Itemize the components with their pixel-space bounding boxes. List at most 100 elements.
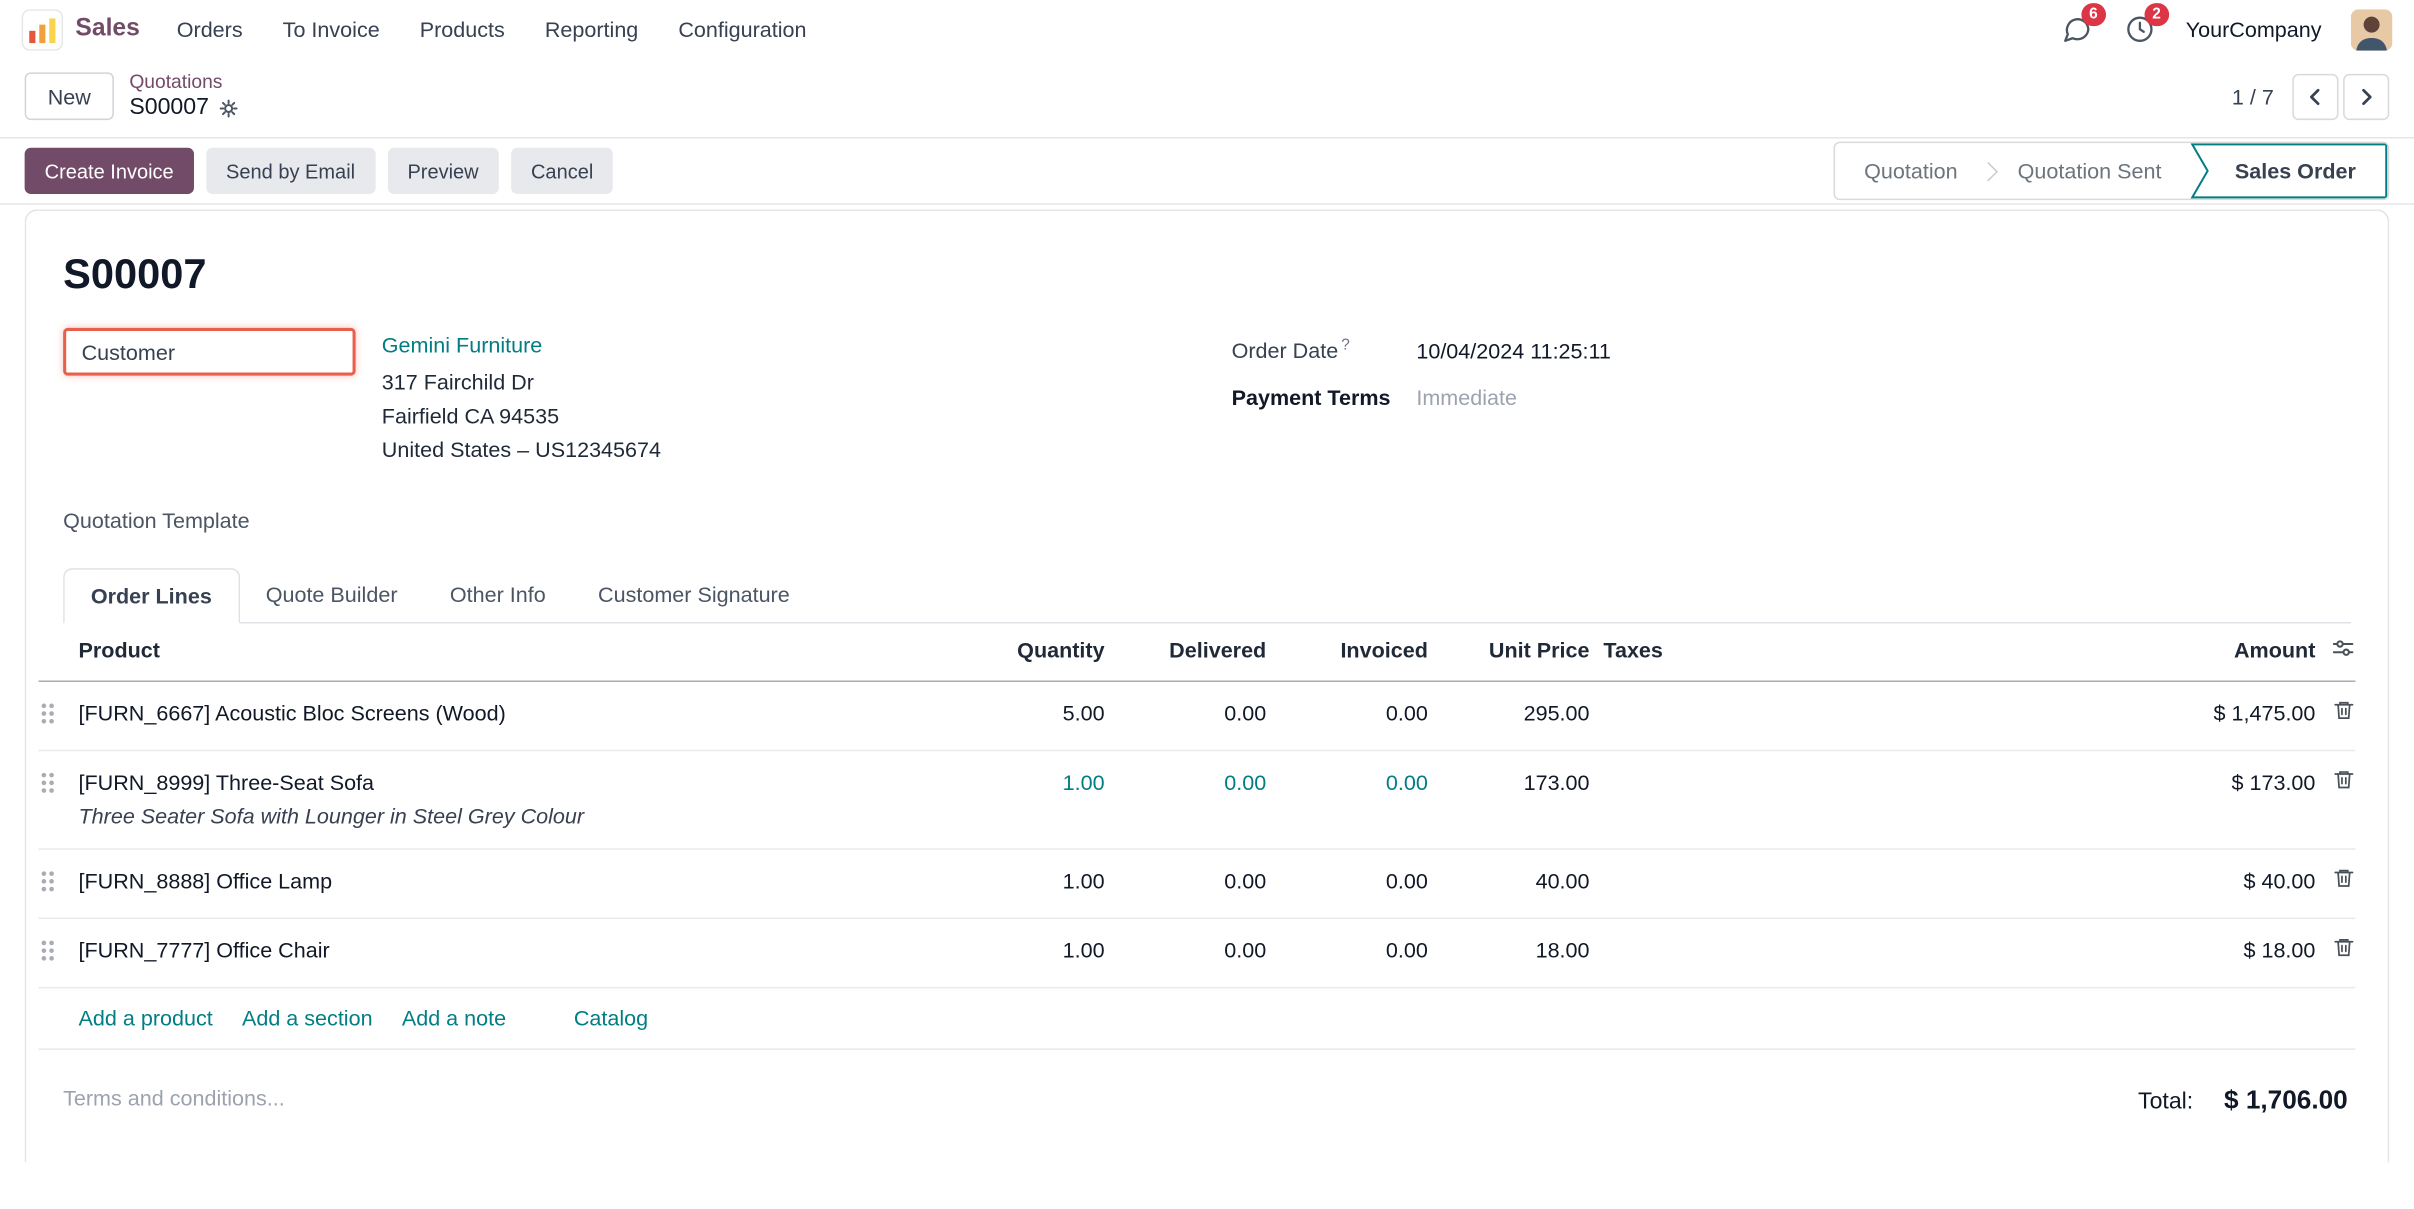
delete-row-icon[interactable] [2332,867,2355,890]
create-invoice-button[interactable]: Create Invoice [25,148,194,194]
menu-products[interactable]: Products [420,17,505,42]
pager-previous-button[interactable] [2292,73,2338,119]
drag-handle-icon[interactable] [38,770,56,795]
catalog-link[interactable]: Catalog [574,1005,648,1030]
optional-columns-icon[interactable] [2331,636,2356,661]
notebook-tabs: Order Lines Quote Builder Other Info Cus… [63,568,2351,623]
main-menu: Orders To Invoice Products Reporting Con… [177,17,807,42]
total-value: $ 1,706.00 [2224,1085,2348,1116]
top-navbar: Sales Orders To Invoice Products Reporti… [0,0,2414,59]
cell-invoiced[interactable]: 0.00 [1266,867,1428,896]
cell-invoiced[interactable]: 0.00 [1266,699,1428,728]
order-lines-table: Product Quantity Delivered Invoiced Unit… [38,623,2355,1049]
delete-row-icon[interactable] [2332,699,2355,722]
cell-quantity[interactable]: 1.00 [989,867,1104,896]
menu-orders[interactable]: Orders [177,17,243,42]
totals-block: Total: $ 1,706.00 [2138,1085,2351,1116]
payment-terms-value[interactable]: Immediate [1416,384,1517,409]
chevron-right-icon [2355,85,2377,107]
cell-amount: $ 173.00 [1897,768,2315,797]
add-product-link[interactable]: Add a product [79,1005,213,1030]
table-row: [FURN_6667] Acoustic Bloc Screens (Wood)… [38,682,2355,751]
breadcrumb-current-record: S00007 [129,94,209,122]
cell-delivered[interactable]: 0.00 [1105,936,1267,965]
drag-handle-icon[interactable] [38,938,56,963]
header-quantity: Quantity [989,636,1104,665]
new-button[interactable]: New [25,72,114,120]
partner-address-block: Gemini Furniture 317 Fairchild Dr Fairfi… [382,328,661,467]
drag-handle-icon[interactable] [38,700,56,725]
menu-to-invoice[interactable]: To Invoice [283,17,380,42]
partner-link[interactable]: Gemini Furniture [382,328,661,362]
breadcrumb: Quotations S00007 [129,71,238,122]
address-line: 317 Fairchild Dr [382,365,661,399]
header-delivered: Delivered [1105,636,1267,665]
preview-button[interactable]: Preview [387,148,498,194]
cell-amount: $ 40.00 [1897,867,2315,896]
menu-configuration[interactable]: Configuration [678,17,806,42]
pager-next-button[interactable] [2343,73,2389,119]
cell-quantity[interactable]: 1.00 [989,768,1104,797]
cell-unit-price[interactable]: 173.00 [1428,768,1590,797]
tab-quote-builder[interactable]: Quote Builder [240,568,424,623]
form-sheet: S00007 Gemini Furniture 317 Fairchild Dr… [25,209,2390,1162]
cancel-button[interactable]: Cancel [511,148,613,194]
header-product: Product [79,636,990,665]
add-section-link[interactable]: Add a section [242,1005,373,1030]
cell-delivered[interactable]: 0.00 [1105,768,1267,797]
menu-reporting[interactable]: Reporting [545,17,638,42]
payment-terms-label: Payment Terms [1232,384,1417,409]
cell-quantity[interactable]: 5.00 [989,699,1104,728]
table-header-row: Product Quantity Delivered Invoiced Unit… [38,623,2355,682]
drag-handle-icon[interactable] [38,868,56,893]
app-name[interactable]: Sales [75,15,139,43]
tab-order-lines[interactable]: Order Lines [63,568,239,623]
customer-input[interactable] [63,328,356,376]
messages-button[interactable]: 6 [2060,12,2094,46]
header-amount: Amount [1897,636,2315,665]
company-switcher[interactable]: YourCompany [2186,17,2322,42]
cell-product[interactable]: [FURN_7777] Office Chair [79,936,990,965]
statusbar: Quotation Quotation Sent Sales Order [1833,142,2389,201]
breadcrumb-quotations-link[interactable]: Quotations [129,71,238,94]
add-note-link[interactable]: Add a note [402,1005,506,1030]
order-title: S00007 [63,251,2351,299]
table-row: [FURN_8888] Office Lamp 1.00 0.00 0.00 4… [38,850,2355,919]
cell-product[interactable]: [FURN_8999] Three-Seat Sofa [79,768,974,797]
status-step-quotation-sent[interactable]: Quotation Sent [1988,143,2190,198]
cell-unit-price[interactable]: 18.00 [1428,936,1590,965]
cell-unit-price[interactable]: 40.00 [1428,867,1590,896]
quotation-template-input[interactable] [265,506,604,534]
user-avatar[interactable] [2351,8,2393,50]
cell-invoiced[interactable]: 0.00 [1266,768,1428,797]
status-step-sales-order[interactable]: Sales Order [2191,143,2388,198]
header-invoiced: Invoiced [1266,636,1428,665]
header-unit-price: Unit Price [1428,636,1590,665]
tab-other-info[interactable]: Other Info [424,568,572,623]
cell-product[interactable]: [FURN_6667] Acoustic Bloc Screens (Wood) [79,699,990,728]
pager-counter[interactable]: 1 / 7 [2232,84,2274,109]
chevron-left-icon [2305,85,2327,107]
delete-row-icon[interactable] [2332,768,2355,791]
tab-customer-signature[interactable]: Customer Signature [572,568,816,623]
terms-input[interactable]: Terms and conditions... [63,1085,285,1110]
cell-delivered[interactable]: 0.00 [1105,867,1267,896]
cell-amount: $ 18.00 [1897,936,2315,965]
cell-delivered[interactable]: 0.00 [1105,699,1267,728]
action-bar: Create Invoice Send by Email Preview Can… [0,137,2414,205]
send-by-email-button[interactable]: Send by Email [206,148,375,194]
cell-quantity[interactable]: 1.00 [989,936,1104,965]
cell-product[interactable]: [FURN_8888] Office Lamp [79,867,990,896]
cell-invoiced[interactable]: 0.00 [1266,936,1428,965]
cell-unit-price[interactable]: 295.00 [1428,699,1590,728]
cell-product-description[interactable]: Three Seater Sofa with Lounger in Steel … [79,802,974,831]
activities-button[interactable]: 2 [2123,12,2157,46]
sales-app-icon[interactable] [22,8,64,50]
payment-terms-field: Payment Terms Immediate [1232,384,2351,409]
cell-amount: $ 1,475.00 [1897,699,2315,728]
order-date-value[interactable]: 10/04/2024 11:25:11 [1416,338,1611,363]
delete-row-icon[interactable] [2332,936,2355,959]
gear-icon[interactable] [218,98,238,118]
control-panel: New Quotations S00007 1 / 7 [0,59,2414,138]
status-step-quotation[interactable]: Quotation [1835,143,1987,198]
